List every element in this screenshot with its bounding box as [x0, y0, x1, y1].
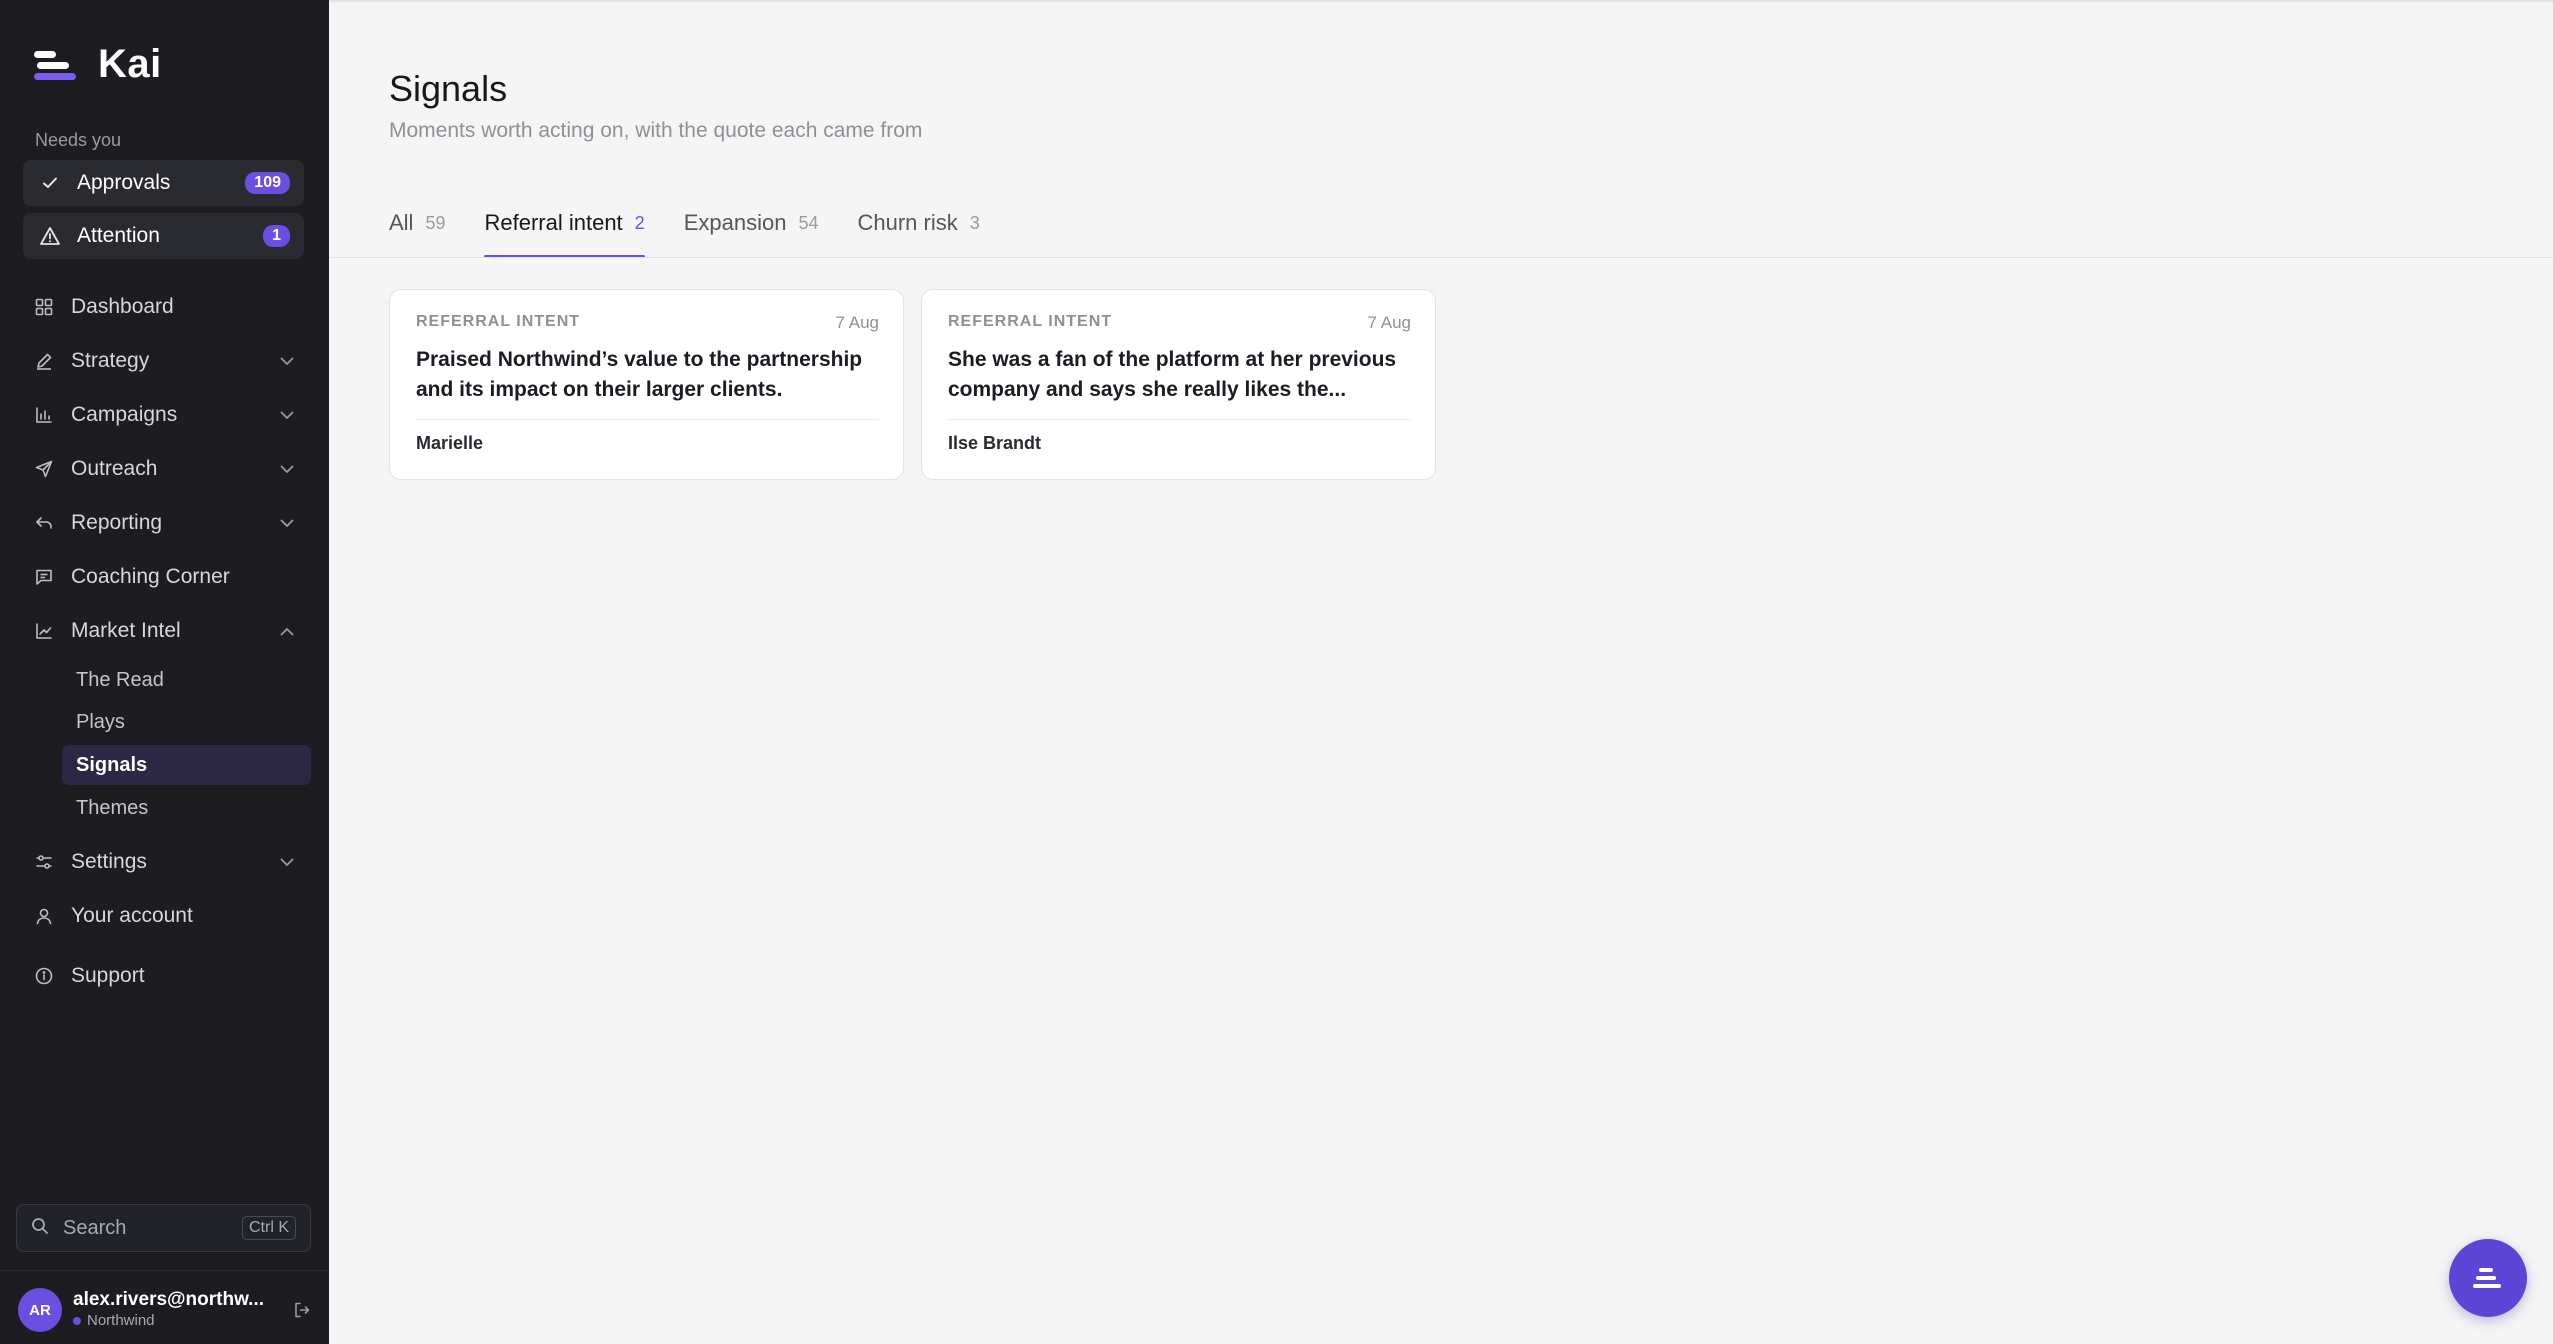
card-divider: [948, 419, 1411, 420]
user-profile[interactable]: AR alex.rivers@northw... Northwind: [18, 1287, 313, 1333]
pen-icon: [33, 350, 55, 372]
kai-logo-icon: [34, 48, 76, 82]
trend-icon: [33, 620, 55, 642]
signal-card[interactable]: REFERRAL INTENT 7 Aug Praised Northwind’…: [389, 289, 904, 480]
top-border: [329, 0, 2553, 2]
nav-strategy-label: Strategy: [71, 349, 150, 372]
chevron-down-icon[interactable]: [278, 460, 296, 478]
check-icon: [39, 172, 61, 194]
nav-dashboard[interactable]: Dashboard: [33, 289, 296, 325]
bar-chart-icon: [33, 404, 55, 426]
tab-expansion-count: 54: [798, 213, 819, 233]
signal-type: REFERRAL INTENT: [416, 313, 581, 330]
tab-referral-intent[interactable]: Referral intent 2: [484, 210, 645, 258]
nav-market-intel-label: Market Intel: [71, 619, 181, 642]
info-icon: [33, 965, 55, 987]
user-org: Northwind: [73, 1313, 291, 1330]
signal-date: 7 Aug: [1367, 313, 1412, 332]
nav-support-label: Support: [71, 964, 145, 987]
signal-tabs: All 59 Referral intent 2 Expansion 54 Ch…: [389, 210, 980, 258]
approvals-count-badge: 109: [245, 172, 290, 194]
tab-all-count: 59: [425, 213, 446, 233]
tab-churn-risk-count: 3: [969, 213, 980, 233]
search-icon: [31, 1217, 49, 1240]
tab-churn-risk-label: Churn risk: [857, 210, 958, 235]
chevron-down-icon[interactable]: [278, 352, 296, 370]
sub-item-themes[interactable]: Themes: [62, 788, 311, 828]
page-title: Signals: [389, 68, 508, 109]
nav-settings[interactable]: Settings: [33, 844, 296, 880]
tab-referral-intent-label: Referral intent: [484, 210, 623, 235]
nav-support[interactable]: Support: [33, 958, 296, 994]
nav-settings-label: Settings: [71, 850, 147, 873]
reply-icon: [33, 512, 55, 534]
attention-label: Attention: [77, 224, 160, 247]
tab-referral-intent-count: 2: [634, 213, 645, 233]
search-label: Search: [63, 1216, 127, 1239]
message-icon: [33, 566, 55, 588]
tab-expansion[interactable]: Expansion 54: [684, 210, 819, 258]
approvals-label: Approvals: [77, 171, 171, 194]
search-shortcut: Ctrl K: [242, 1216, 296, 1240]
user-email: alex.rivers@northw...: [73, 1289, 265, 1311]
search-input[interactable]: Search Ctrl K: [16, 1204, 311, 1252]
nav-reporting-label: Reporting: [71, 511, 163, 534]
tab-churn-risk[interactable]: Churn risk 3: [857, 210, 979, 258]
nav-your-account-label: Your account: [71, 904, 193, 927]
signal-quote: Praised Northwind’s value to the partner…: [416, 348, 863, 401]
grid-icon: [33, 296, 55, 318]
send-icon: [33, 458, 55, 480]
tabs-divider: [329, 257, 2553, 258]
sub-item-the-read[interactable]: The Read: [62, 660, 311, 700]
tab-all-label: All: [389, 210, 414, 235]
nav-dashboard-label: Dashboard: [71, 295, 174, 318]
nav-campaigns[interactable]: Campaigns: [33, 397, 296, 433]
avatar: AR: [18, 1288, 62, 1332]
nav-market-intel[interactable]: Market Intel: [33, 613, 296, 649]
tab-all[interactable]: All 59: [389, 210, 445, 258]
attention-count-badge: 1: [263, 225, 290, 247]
signal-card[interactable]: REFERRAL INTENT 7 Aug She was a fan of t…: [921, 289, 1436, 480]
chevron-down-icon[interactable]: [278, 853, 296, 871]
sidebar: Kai Needs you Approvals 109 Attention 1 …: [0, 0, 329, 1344]
needs-you-label: Needs you: [35, 130, 122, 150]
sub-item-plays[interactable]: Plays: [62, 702, 311, 742]
approvals-button[interactable]: Approvals 109: [23, 160, 304, 206]
warning-icon: [39, 225, 61, 247]
user-org-label: Northwind: [87, 1312, 155, 1330]
divider: [0, 1270, 329, 1271]
nav-outreach-label: Outreach: [71, 457, 158, 480]
nav-outreach[interactable]: Outreach: [33, 451, 296, 487]
chevron-down-icon[interactable]: [278, 514, 296, 532]
signal-author: Ilse Brandt: [948, 433, 1042, 453]
signal-quote: She was a fan of the platform at her pre…: [948, 348, 1397, 401]
user-info: alex.rivers@northw... Northwind: [73, 1289, 291, 1330]
org-dot-icon: [73, 1317, 81, 1326]
signal-type: REFERRAL INTENT: [948, 313, 1113, 330]
tab-expansion-label: Expansion: [683, 210, 787, 235]
chevron-up-icon[interactable]: [278, 622, 296, 640]
kai-logo-icon: [2473, 1268, 2501, 1288]
signal-author: Marielle: [416, 433, 484, 453]
chevron-down-icon[interactable]: [278, 406, 296, 424]
nav-your-account[interactable]: Your account: [33, 898, 296, 934]
nav-reporting[interactable]: Reporting: [33, 505, 296, 541]
nav-strategy[interactable]: Strategy: [33, 343, 296, 379]
signal-date: 7 Aug: [835, 313, 880, 332]
app-logo[interactable]: Kai: [34, 42, 162, 87]
attention-button[interactable]: Attention 1: [23, 213, 304, 259]
nav-coaching-corner[interactable]: Coaching Corner: [33, 559, 296, 595]
user-icon: [33, 905, 55, 927]
nav-campaigns-label: Campaigns: [71, 403, 178, 426]
page-subtitle: Moments worth acting on, with the quote …: [389, 119, 923, 142]
logout-icon[interactable]: [291, 1299, 313, 1321]
assistant-fab-button[interactable]: [2449, 1239, 2527, 1317]
sliders-icon: [33, 851, 55, 873]
app-name: Kai: [98, 42, 162, 86]
card-divider: [416, 419, 879, 420]
nav-coaching-corner-label: Coaching Corner: [71, 565, 230, 588]
sub-item-signals[interactable]: Signals: [62, 745, 311, 785]
